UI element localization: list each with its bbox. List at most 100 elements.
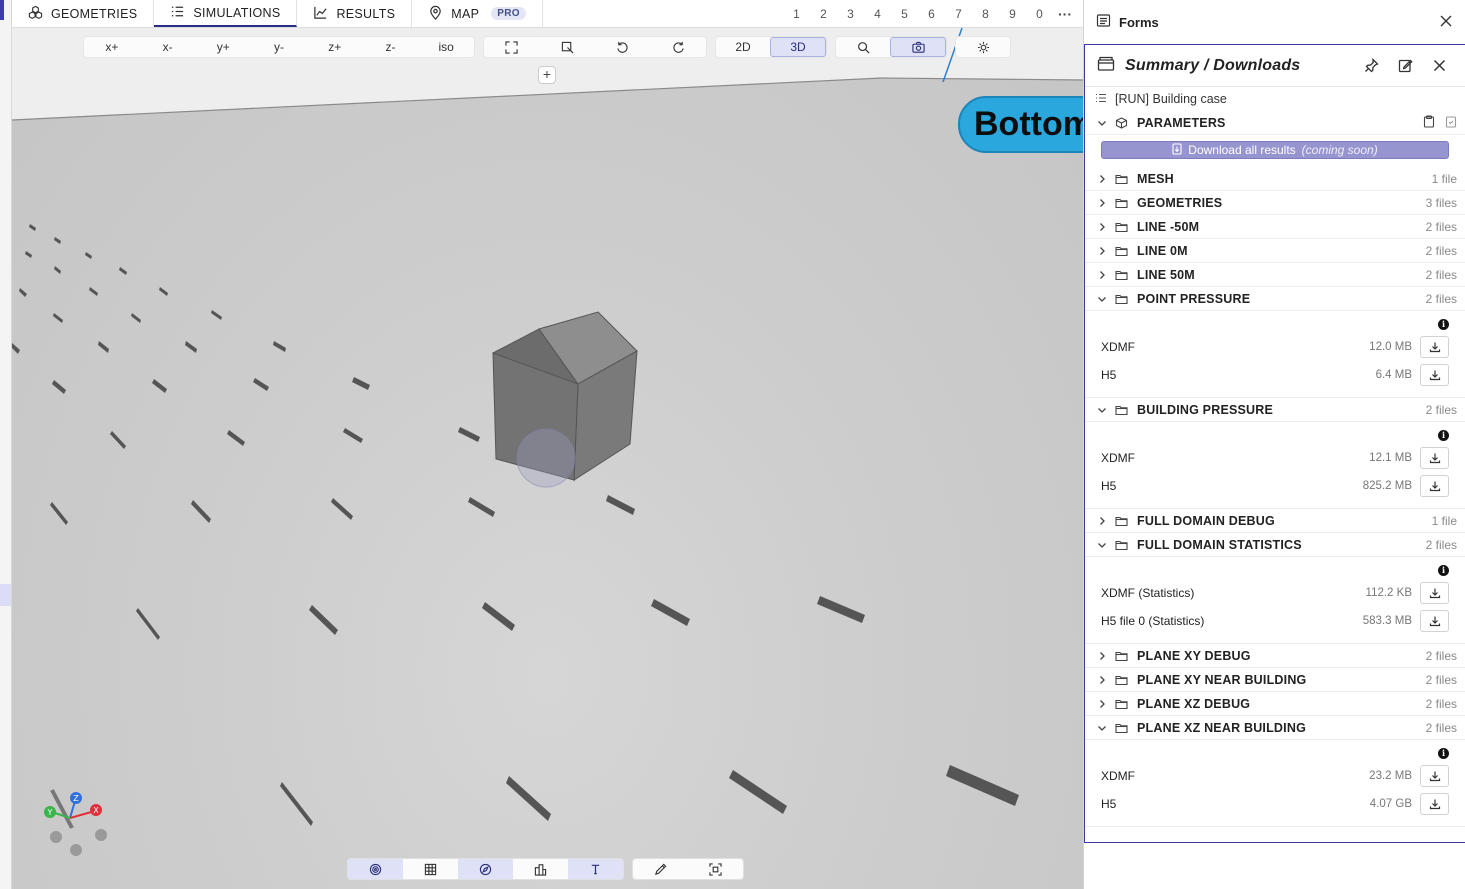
mode-2d-button[interactable]: 2D: [716, 37, 770, 57]
view-iso-button[interactable]: iso: [418, 37, 474, 57]
section-file-count: 2 files: [1425, 291, 1457, 306]
tab-results[interactable]: RESULTS: [297, 0, 413, 27]
file-name: XDMF: [1101, 340, 1135, 354]
number-tab-3[interactable]: 3: [837, 7, 864, 21]
section-row-building-pressure[interactable]: BUILDING PRESSURE 2 files: [1085, 398, 1465, 422]
sidebar-highlight[interactable]: [0, 584, 11, 606]
section-row-plane-xy-near-building[interactable]: PLANE XY NEAR BUILDING 2 files: [1085, 668, 1465, 692]
view-z-minus-button[interactable]: z-: [363, 37, 419, 57]
section-row-plane-xz-debug[interactable]: PLANE XZ DEBUG 2 files: [1085, 692, 1465, 716]
section-row-mesh[interactable]: MESH 1 file: [1085, 167, 1465, 191]
section-row-point-pressure[interactable]: POINT PRESSURE 2 files: [1085, 287, 1465, 311]
more-icon[interactable]: ···: [1053, 6, 1077, 22]
compass-button[interactable]: [458, 859, 513, 879]
pick-color-button[interactable]: [633, 859, 688, 879]
clipboard-icon[interactable]: [1423, 114, 1435, 131]
info-icon[interactable]: i: [1438, 748, 1449, 759]
section-file-count: 1 file: [1431, 171, 1457, 186]
3d-viewport[interactable]: Z X Y x+ x- y+ y- z+ z- iso 2D 3D + Bott…: [12, 28, 1083, 889]
expand-icon: [505, 40, 518, 54]
screenshot-button[interactable]: [890, 37, 946, 57]
number-tab-8[interactable]: 8: [972, 7, 999, 21]
target-button[interactable]: [348, 859, 403, 879]
view-z-plus-button[interactable]: z+: [307, 37, 363, 57]
clipboard-check-icon[interactable]: [1445, 115, 1457, 131]
download-button[interactable]: [1420, 610, 1449, 632]
folder-icon: [1115, 197, 1129, 209]
download-button[interactable]: [1420, 447, 1449, 469]
view-y-minus-button[interactable]: y-: [251, 37, 307, 57]
add-button[interactable]: +: [538, 66, 556, 84]
axis-z-label: Z: [73, 794, 79, 803]
download-button[interactable]: [1420, 475, 1449, 497]
section-row-full-domain-debug[interactable]: FULL DOMAIN DEBUG 1 file: [1085, 509, 1465, 533]
file-name: H5: [1101, 368, 1117, 382]
frame-icon: [709, 862, 722, 876]
section-row-line-0m[interactable]: LINE 0M 2 files: [1085, 239, 1465, 263]
tab-geometries[interactable]: GEOMETRIES: [12, 0, 155, 27]
file-size: 583.3 MB: [1362, 615, 1412, 627]
forms-list-icon: [1096, 13, 1111, 31]
download-all-button[interactable]: Download all results (coming soon): [1101, 141, 1449, 159]
grid-button[interactable]: [403, 859, 458, 879]
lighting-button[interactable]: [956, 37, 1010, 57]
buildings-button[interactable]: [513, 859, 568, 879]
number-tab-7[interactable]: 7: [945, 7, 972, 21]
fit-frame-button[interactable]: [688, 859, 743, 879]
view-x-plus-button[interactable]: x+: [84, 37, 140, 57]
pro-badge: PRO: [491, 7, 526, 20]
edit-toolbar-group: [632, 858, 744, 880]
view-x-minus-button[interactable]: x-: [140, 37, 196, 57]
number-tab-4[interactable]: 4: [864, 7, 891, 21]
chevron-right-icon: [1095, 699, 1109, 709]
section-row-full-domain-statistics[interactable]: FULL DOMAIN STATISTICS 2 files: [1085, 533, 1465, 557]
eyedropper-icon: [654, 863, 667, 875]
close-forms-icon[interactable]: [1439, 14, 1453, 31]
section-file-count: 2 files: [1425, 696, 1457, 711]
number-tab-6[interactable]: 6: [918, 7, 945, 21]
rotate-left-button[interactable]: [595, 37, 651, 57]
download-button[interactable]: [1420, 793, 1449, 815]
compass-icon: [479, 863, 492, 875]
download-button[interactable]: [1420, 582, 1449, 604]
zoom-selection-button[interactable]: [540, 37, 596, 57]
forms-title: Forms: [1119, 14, 1159, 30]
section-row-geometries[interactable]: GEOMETRIES 3 files: [1085, 191, 1465, 215]
target-icon: [369, 863, 382, 875]
text-button[interactable]: [568, 859, 623, 879]
search-button[interactable]: [836, 37, 890, 57]
edit-icon[interactable]: [1391, 52, 1419, 80]
mode-3d-button[interactable]: 3D: [770, 37, 826, 57]
download-icon: [1429, 369, 1441, 381]
download-button[interactable]: [1420, 364, 1449, 386]
section-row-plane-xy-debug[interactable]: PLANE XY DEBUG 2 files: [1085, 644, 1465, 668]
info-icon[interactable]: i: [1438, 565, 1449, 576]
view-y-plus-button[interactable]: y+: [195, 37, 251, 57]
number-tab-2[interactable]: 2: [810, 7, 837, 21]
download-button[interactable]: [1420, 765, 1449, 787]
chevron-down-icon: [1095, 294, 1109, 304]
rotate-right-button[interactable]: [651, 37, 707, 57]
number-tab-0[interactable]: 0: [1026, 7, 1053, 21]
number-tab-9[interactable]: 9: [999, 7, 1026, 21]
folder-icon: [1115, 674, 1129, 686]
folder-icon: [1115, 515, 1129, 527]
tab-simulations[interactable]: SIMULATIONS: [154, 0, 298, 27]
download-button[interactable]: [1420, 336, 1449, 358]
section-file-count: 2 files: [1425, 648, 1457, 663]
section-row-line-50m[interactable]: LINE 50M 2 files: [1085, 263, 1465, 287]
pin-icon[interactable]: [1357, 52, 1385, 80]
axis-gizmo[interactable]: Z X Y: [44, 789, 107, 856]
info-icon[interactable]: i: [1438, 319, 1449, 330]
number-tab-5[interactable]: 5: [891, 7, 918, 21]
fit-view-button[interactable]: [484, 37, 540, 57]
cube-icon: [1115, 116, 1129, 129]
search-icon: [857, 41, 869, 53]
close-icon[interactable]: [1425, 52, 1453, 80]
info-icon[interactable]: i: [1438, 430, 1449, 441]
number-tab-1[interactable]: 1: [783, 7, 810, 21]
section-row-line-50m[interactable]: LINE -50M 2 files: [1085, 215, 1465, 239]
tab-map[interactable]: MAP PRO: [412, 0, 543, 27]
parameters-row[interactable]: PARAMETERS: [1085, 111, 1465, 135]
section-row-plane-xz-near-building[interactable]: PLANE XZ NEAR BUILDING 2 files: [1085, 716, 1465, 740]
